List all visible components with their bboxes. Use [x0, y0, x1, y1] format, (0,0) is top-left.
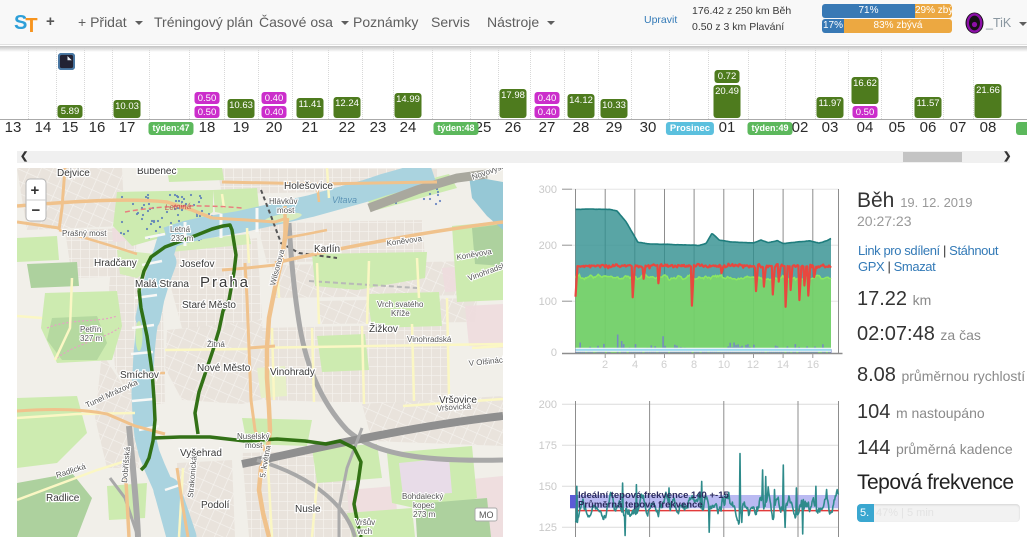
svg-text:8: 8: [691, 359, 697, 371]
svg-text:16: 16: [807, 359, 819, 371]
svg-text:10: 10: [718, 359, 730, 371]
svg-text:Průměrná tepová frekvence: Průměrná tepová frekvence: [578, 500, 703, 511]
svg-text:150: 150: [539, 481, 557, 493]
svg-text:12: 12: [747, 359, 759, 371]
svg-text:175: 175: [539, 440, 557, 452]
svg-text:2: 2: [602, 359, 608, 371]
svg-text:200: 200: [539, 399, 557, 411]
svg-text:0: 0: [551, 347, 557, 359]
svg-text:4: 4: [632, 359, 638, 371]
svg-text:125: 125: [539, 522, 557, 534]
svg-text:100: 100: [539, 296, 557, 308]
svg-text:6: 6: [661, 359, 667, 371]
svg-text:14: 14: [777, 359, 789, 371]
svg-text:300: 300: [539, 184, 557, 196]
svg-text:200: 200: [539, 240, 557, 252]
